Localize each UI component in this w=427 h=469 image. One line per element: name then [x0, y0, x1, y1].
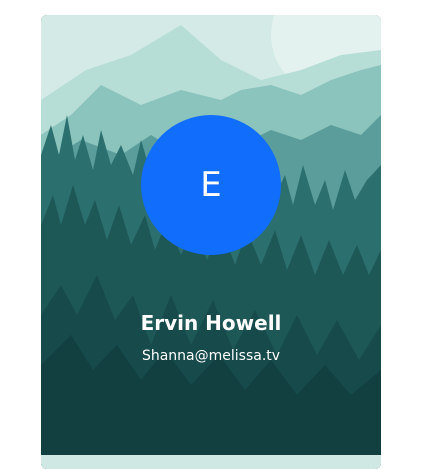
card-bottom-strip [41, 455, 381, 469]
profile-email: Shanna@melissa.tv [141, 348, 281, 364]
avatar-initial: E [200, 165, 222, 205]
profile-name: Ervin Howell [140, 311, 282, 335]
avatar: E [141, 115, 281, 255]
profile-card: E Ervin Howell Shanna@melissa.tv [41, 15, 381, 469]
